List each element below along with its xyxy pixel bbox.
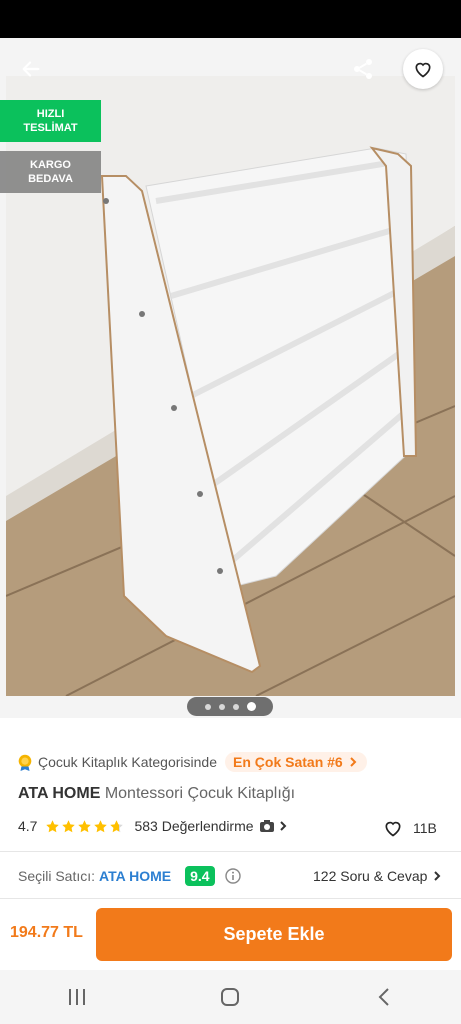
- gallery-dot[interactable]: [232, 703, 239, 710]
- home-icon: [221, 988, 240, 1006]
- fast-delivery-badge: HIZLI TESLİMAT: [0, 100, 101, 142]
- divider: [0, 898, 461, 899]
- system-nav-bar: [0, 970, 461, 1024]
- brand-name[interactable]: ATA HOME: [18, 785, 100, 802]
- heart-icon: [385, 821, 401, 837]
- rating-stars: [45, 819, 124, 834]
- gallery-dot[interactable]: [204, 703, 211, 710]
- price: 194.77 TL: [10, 924, 83, 941]
- category-row: Çocuk Kitaplık Kategorisinde En Çok Sata…: [16, 750, 367, 774]
- home-button[interactable]: [200, 977, 260, 1017]
- seller-label: Seçili Satıcı:: [18, 868, 96, 884]
- camera-icon: [259, 820, 274, 832]
- product-title: ATA HOME Montessori Çocuk Kitaplığı: [18, 785, 295, 803]
- category-text: Çocuk Kitaplık Kategorisinde: [38, 754, 217, 770]
- star-icon: [94, 819, 108, 832]
- recent-apps-button[interactable]: [47, 977, 107, 1017]
- status-bar: [0, 0, 461, 38]
- share-button[interactable]: [346, 52, 380, 86]
- recent-apps-icon: [68, 989, 85, 1005]
- share-icon: [354, 59, 372, 79]
- gallery-pagination[interactable]: [187, 697, 273, 716]
- chevron-right-icon: [279, 821, 286, 831]
- star-icon: [46, 819, 60, 832]
- rating-value: 4.7: [18, 818, 38, 834]
- back-icon: [378, 988, 389, 1006]
- seller-score-badge: 9.4: [185, 866, 215, 886]
- star-icon: [110, 819, 124, 832]
- chevron-right-icon: [434, 871, 441, 881]
- star-icon: [62, 819, 76, 832]
- info-icon[interactable]: [224, 868, 241, 884]
- back-button[interactable]: [14, 52, 48, 86]
- reviews-link[interactable]: 583 Değerlendirme: [134, 818, 287, 834]
- like-count[interactable]: 11B: [383, 818, 437, 838]
- bestseller-badge[interactable]: En Çok Satan #6: [225, 752, 367, 772]
- heart-icon: [415, 62, 431, 78]
- free-cargo-badge: KARGO BEDAVA: [0, 151, 101, 193]
- favorite-button[interactable]: [403, 49, 443, 89]
- gallery-dot[interactable]: [246, 702, 256, 711]
- seller-row: Seçili Satıcı: ATA HOME 9.4: [18, 866, 241, 886]
- back-arrow-icon: [22, 61, 40, 77]
- gallery-dot[interactable]: [218, 703, 225, 710]
- seller-name[interactable]: ATA HOME: [99, 868, 171, 884]
- product-name: Montessori Çocuk Kitaplığı: [104, 785, 296, 802]
- chevron-right-icon: [349, 757, 357, 767]
- medal-icon: [18, 754, 32, 771]
- rating-row: 4.7 583 Değerlendirme: [18, 818, 288, 834]
- system-back-button[interactable]: [354, 977, 414, 1017]
- add-to-cart-button[interactable]: Sepete Ekle: [96, 908, 452, 961]
- qa-link[interactable]: 122 Soru & Cevap: [313, 868, 442, 884]
- star-icon: [78, 819, 92, 832]
- divider: [0, 851, 461, 852]
